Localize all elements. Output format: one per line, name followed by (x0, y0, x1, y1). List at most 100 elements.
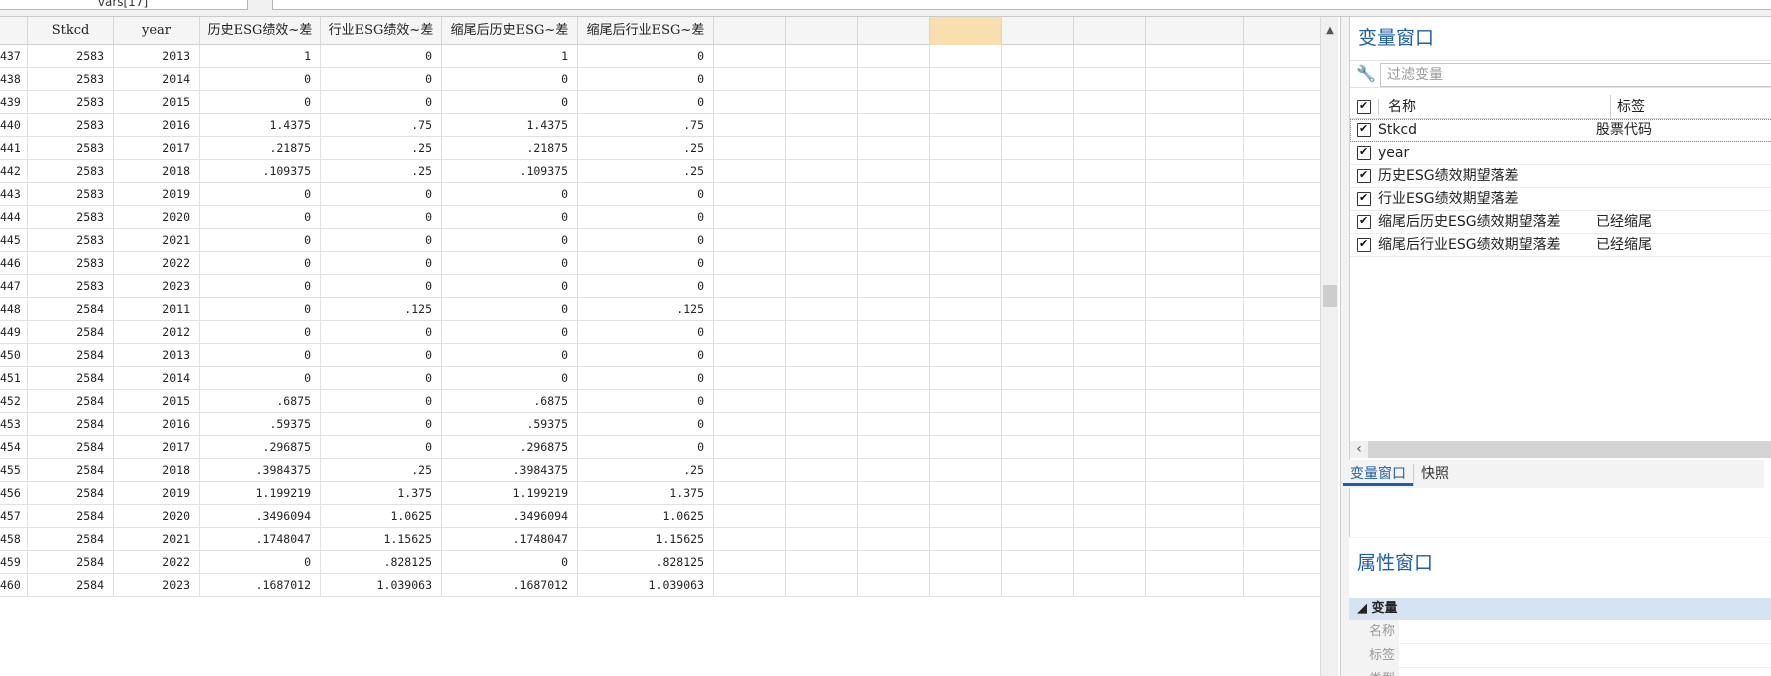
column-header[interactable] (1002, 17, 1074, 45)
table-row[interactable]: 456 2584 2019 1.199219 1.375 1.199219 1.375 (0, 482, 1320, 505)
table-row[interactable]: 447 2583 2023 0 0 0 0 (0, 275, 1320, 298)
data-cell[interactable]: .125 (578, 298, 714, 321)
data-cell[interactable] (930, 528, 1002, 551)
data-cell[interactable] (930, 229, 1002, 252)
data-cell[interactable] (1146, 344, 1244, 367)
data-cell[interactable] (714, 160, 786, 183)
data-cell[interactable]: .25 (578, 160, 714, 183)
data-cell[interactable] (1074, 459, 1146, 482)
data-cell[interactable] (1146, 45, 1244, 68)
data-cell[interactable] (1074, 206, 1146, 229)
data-cell[interactable]: 2021 (114, 528, 200, 551)
data-cell[interactable]: 2022 (114, 252, 200, 275)
data-cell[interactable]: 2017 (114, 436, 200, 459)
data-cell[interactable] (1146, 482, 1244, 505)
table-row[interactable]: 455 2584 2018.3984375.25.3984375.25 (0, 459, 1320, 482)
data-cell[interactable]: 2015 (114, 390, 200, 413)
data-cell[interactable] (714, 275, 786, 298)
data-cell[interactable]: 1.375 (578, 482, 714, 505)
data-cell[interactable] (1002, 206, 1074, 229)
data-cell[interactable]: 2021 (114, 229, 200, 252)
variables-horizontal-scrollbar[interactable]: ‹ (1350, 441, 1771, 458)
column-header[interactable]: Stkcd (28, 17, 114, 45)
table-row[interactable]: 439 2583 2015 0 0 0 0 (0, 91, 1320, 114)
data-cell[interactable] (786, 137, 858, 160)
data-cell[interactable]: 0 (200, 367, 321, 390)
data-cell[interactable]: 0 (321, 229, 442, 252)
data-cell[interactable] (714, 45, 786, 68)
data-cell[interactable]: 0 (321, 206, 442, 229)
data-cell[interactable] (714, 390, 786, 413)
data-cell[interactable]: 0 (321, 68, 442, 91)
table-row[interactable]: 452 2584 2015.6875 0.6875 0 (0, 390, 1320, 413)
data-cell[interactable] (930, 505, 1002, 528)
data-cell[interactable] (858, 551, 930, 574)
data-cell[interactable] (930, 45, 1002, 68)
data-cell[interactable]: 2023 (114, 275, 200, 298)
data-cell[interactable]: 2583 (28, 160, 114, 183)
data-cell[interactable] (1146, 252, 1244, 275)
data-cell[interactable]: 0 (442, 91, 578, 114)
data-cell[interactable]: 2016 (114, 413, 200, 436)
wrench-icon[interactable]: 🔧 (1356, 64, 1376, 84)
data-cell[interactable]: 2584 (28, 528, 114, 551)
variable-visible-checkbox[interactable] (1357, 121, 1371, 137)
variable-visible-checkbox[interactable] (1357, 167, 1371, 183)
data-cell[interactable]: .1687012 (442, 574, 578, 597)
data-cell[interactable] (786, 183, 858, 206)
data-cell[interactable] (1002, 574, 1074, 597)
data-cell[interactable]: 1.199219 (200, 482, 321, 505)
data-cell[interactable]: .109375 (200, 160, 321, 183)
data-cell[interactable] (1002, 459, 1074, 482)
column-header[interactable]: year (114, 17, 200, 45)
data-cell[interactable] (786, 436, 858, 459)
grid-vertical-scrollbar[interactable]: ▲ (1320, 17, 1338, 676)
data-cell[interactable] (858, 160, 930, 183)
variable-list-item[interactable]: 行业ESG绩效期望落差 (1350, 188, 1771, 211)
data-cell[interactable] (786, 390, 858, 413)
data-cell[interactable] (1002, 321, 1074, 344)
scroll-up-icon[interactable]: ▲ (1321, 23, 1339, 39)
data-cell[interactable] (858, 505, 930, 528)
data-cell[interactable] (858, 183, 930, 206)
data-cell[interactable] (786, 551, 858, 574)
data-cell[interactable] (1074, 321, 1146, 344)
data-cell[interactable]: 0 (578, 229, 714, 252)
varlist-box[interactable]: vars[17] (0, 0, 248, 10)
table-row[interactable]: 444 2583 2020 0 0 0 0 (0, 206, 1320, 229)
data-cell[interactable] (1074, 574, 1146, 597)
data-cell[interactable] (930, 574, 1002, 597)
data-cell[interactable] (858, 68, 930, 91)
data-cell[interactable]: 1.039063 (321, 574, 442, 597)
data-cell[interactable] (930, 91, 1002, 114)
data-cell[interactable] (1002, 298, 1074, 321)
column-header[interactable]: 缩尾后历史ESG~差 (442, 17, 578, 45)
data-cell[interactable] (858, 413, 930, 436)
data-cell[interactable]: .25 (578, 459, 714, 482)
variable-visible-checkbox[interactable] (1357, 213, 1371, 229)
data-cell[interactable]: 2014 (114, 68, 200, 91)
data-cell[interactable] (786, 528, 858, 551)
table-row[interactable]: 443 2583 2019 0 0 0 0 (0, 183, 1320, 206)
table-row[interactable]: 446 2583 2022 0 0 0 0 (0, 252, 1320, 275)
data-cell[interactable]: 2022 (114, 551, 200, 574)
data-cell[interactable]: 0 (200, 206, 321, 229)
data-cell[interactable]: 0 (578, 275, 714, 298)
data-cell[interactable]: 0 (321, 321, 442, 344)
data-cell[interactable] (1146, 183, 1244, 206)
data-cell[interactable] (1074, 505, 1146, 528)
variable-visible-checkbox[interactable] (1357, 190, 1371, 206)
property-row-type[interactable]: 类型 (1349, 668, 1771, 676)
data-cell[interactable]: 0 (578, 390, 714, 413)
data-cell[interactable] (858, 298, 930, 321)
data-cell[interactable] (1074, 436, 1146, 459)
data-cell[interactable] (1002, 367, 1074, 390)
data-cell[interactable]: 2012 (114, 321, 200, 344)
data-cell[interactable] (1002, 160, 1074, 183)
data-cell[interactable] (1146, 275, 1244, 298)
data-cell[interactable] (1074, 68, 1146, 91)
data-cell[interactable] (714, 344, 786, 367)
data-cell[interactable]: 2584 (28, 390, 114, 413)
data-cell[interactable]: .296875 (200, 436, 321, 459)
data-cell[interactable] (1146, 528, 1244, 551)
